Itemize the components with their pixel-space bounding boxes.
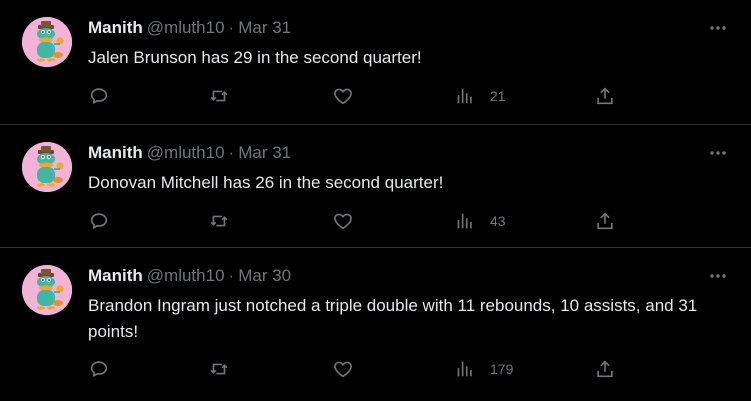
view-count: 179 (490, 361, 514, 377)
like-button[interactable] (332, 84, 354, 108)
tweet-actions: 179 (0, 357, 751, 381)
more-horizontal-icon (710, 274, 726, 278)
retweet-icon (210, 363, 228, 375)
display-name[interactable]: Manith (88, 18, 143, 37)
tweet-actions: 21 (0, 84, 751, 108)
tweet-actions: 43 (0, 209, 751, 233)
views-button[interactable]: 179 (454, 357, 513, 381)
views-chart-icon (457, 88, 472, 104)
retweet-icon (210, 90, 228, 102)
platypus-avatar-icon (22, 17, 72, 67)
retweet-button[interactable] (208, 357, 230, 381)
reply-icon (90, 213, 108, 229)
separator: · (228, 266, 235, 285)
more-horizontal-icon (710, 151, 726, 155)
tweet-text: Donovan Mitchell has 26 in the second qu… (88, 173, 444, 192)
view-count: 21 (490, 88, 506, 104)
avatar[interactable] (22, 17, 72, 67)
heart-icon (334, 213, 352, 230)
platypus-avatar-icon (22, 142, 72, 192)
platypus-avatar-icon (22, 265, 72, 315)
share-button[interactable] (594, 84, 616, 108)
more-options-button[interactable] (707, 18, 729, 38)
view-count: 43 (490, 213, 506, 229)
display-name[interactable]: Manith (88, 143, 143, 162)
like-button[interactable] (332, 357, 354, 381)
share-button[interactable] (594, 209, 616, 233)
reply-button[interactable] (88, 84, 110, 108)
tweet-feed: Manith @mluth10 · Mar 31 Jalen Brunson has … (0, 0, 751, 401)
heart-icon (334, 361, 352, 378)
tweet-date[interactable]: Mar 31 (238, 18, 291, 37)
reply-icon (90, 361, 108, 377)
heart-icon (334, 88, 352, 105)
more-horizontal-icon (710, 26, 726, 30)
retweet-button[interactable] (208, 84, 230, 108)
share-icon (597, 87, 613, 105)
reply-icon (90, 88, 108, 104)
separator: · (228, 18, 235, 37)
views-chart-icon (457, 361, 472, 377)
share-button[interactable] (594, 357, 616, 381)
display-name[interactable]: Manith (88, 266, 143, 285)
more-options-button[interactable] (707, 266, 729, 286)
separator: · (228, 143, 235, 162)
share-icon (597, 360, 613, 378)
tweet-header: Manith @mluth10 · Mar 30 (88, 264, 291, 288)
retweet-icon (210, 215, 228, 227)
reply-button[interactable] (88, 209, 110, 233)
avatar[interactable] (22, 265, 72, 315)
tweet-date[interactable]: Mar 30 (238, 266, 291, 285)
username-handle[interactable]: @mluth10 (147, 143, 225, 162)
views-button[interactable]: 43 (454, 209, 506, 233)
tweet-header: Manith @mluth10 · Mar 31 (88, 141, 291, 165)
share-icon (597, 212, 613, 230)
views-button[interactable]: 21 (454, 84, 506, 108)
avatar[interactable] (22, 142, 72, 192)
more-options-button[interactable] (707, 143, 729, 163)
views-chart-icon (457, 213, 472, 229)
tweet[interactable]: Manith @mluth10 · Mar 30 Brandon Ingram jus… (0, 248, 751, 401)
tweet[interactable]: Manith @mluth10 · Mar 31 Jalen Brunson has … (0, 0, 751, 125)
reply-button[interactable] (88, 357, 110, 381)
retweet-button[interactable] (208, 209, 230, 233)
tweet[interactable]: Manith @mluth10 · Mar 31 Donovan Mitchell h… (0, 125, 751, 248)
tweet-header: Manith @mluth10 · Mar 31 (88, 16, 291, 40)
tweet-date[interactable]: Mar 31 (238, 143, 291, 162)
like-button[interactable] (332, 209, 354, 233)
tweet-text: Brandon Ingram just notched a triple dou… (88, 296, 698, 341)
username-handle[interactable]: @mluth10 (147, 266, 225, 285)
tweet-text: Jalen Brunson has 29 in the second quart… (88, 48, 422, 67)
username-handle[interactable]: @mluth10 (147, 18, 225, 37)
